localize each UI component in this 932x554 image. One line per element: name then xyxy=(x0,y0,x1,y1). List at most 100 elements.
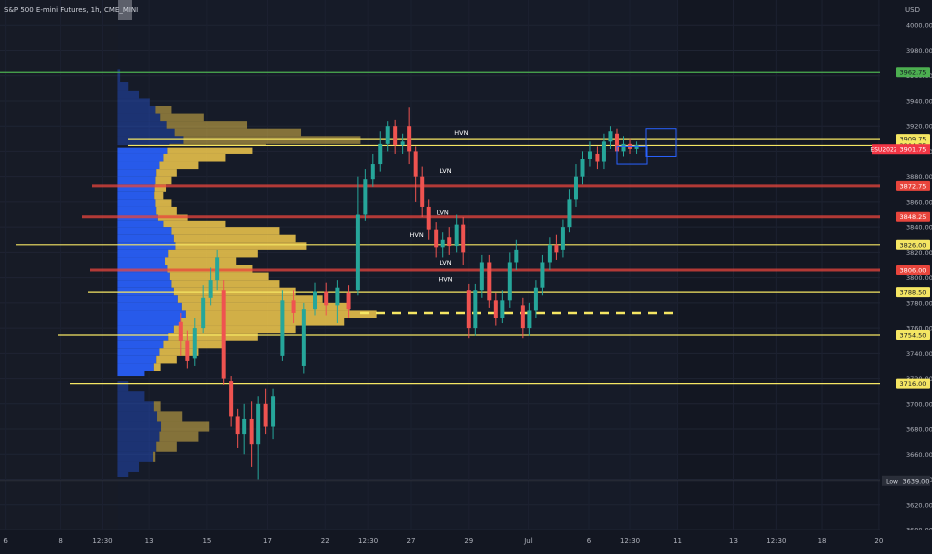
profile-bar-blue xyxy=(117,371,145,377)
candle-body xyxy=(324,291,329,306)
time-tick-label: 15 xyxy=(202,537,211,545)
profile-bar-yellow xyxy=(161,421,210,432)
profile-bar-yellow xyxy=(167,147,253,154)
profile-bar-yellow xyxy=(156,206,177,215)
profile-bar-blue xyxy=(117,121,167,129)
time-tick-label: 13 xyxy=(145,537,154,545)
time-tick-label: Jul xyxy=(523,537,533,545)
price-tick-label: 3980.00 xyxy=(906,47,932,55)
profile-bar-blue xyxy=(117,176,156,185)
profile-bar-blue xyxy=(117,411,158,422)
session-zone xyxy=(0,0,118,530)
time-tick-label: 12:30 xyxy=(358,537,378,545)
candle-body xyxy=(461,224,466,253)
time-tick-label: 27 xyxy=(407,537,416,545)
candle-body xyxy=(533,287,538,311)
price-tick-label: 3620.00 xyxy=(906,501,932,509)
profile-bar-blue xyxy=(117,191,155,200)
candle-body xyxy=(355,214,360,291)
symbol-title: S&P 500 E-mini Futures, 1h, CME_MINI xyxy=(4,6,138,14)
candle-body xyxy=(426,206,431,230)
candle-body xyxy=(487,262,492,301)
profile-bar-blue xyxy=(117,257,166,265)
profile-bar-blue xyxy=(117,136,184,144)
profile-bar-blue xyxy=(117,227,172,235)
candle-body xyxy=(527,310,532,329)
chart-stage: HVN LVN LVN HVN LVN HVN USD 4000.00 3980.00 396… xyxy=(0,0,932,550)
level-price-label: 3962.75 xyxy=(900,69,927,77)
price-tick-label: 3740.00 xyxy=(906,350,932,358)
time-tick-label: 12:30 xyxy=(620,537,640,545)
profile-bar-yellow xyxy=(181,318,345,326)
profile-bar-yellow xyxy=(177,295,323,303)
price-tick-label: 3940.00 xyxy=(906,97,932,105)
profile-bar-blue xyxy=(117,461,140,472)
profile-bar-yellow xyxy=(153,451,156,462)
profile-bar-yellow xyxy=(165,257,237,265)
candle-body xyxy=(263,403,268,427)
candle-body xyxy=(221,290,226,379)
candle-body xyxy=(573,176,578,200)
level-price-label: 3848.25 xyxy=(900,213,927,221)
currency-label: USD xyxy=(905,6,920,14)
time-tick-label: 17 xyxy=(263,537,272,545)
candle-body xyxy=(473,290,478,329)
current-price-tag: ESU2022 xyxy=(870,147,897,154)
time-axis[interactable]: 6 8 12:30 13 15 17 22 12:30 27 29 Jul 6 12:30 11 13 12:… xyxy=(0,530,932,550)
profile-bar-yellow xyxy=(173,325,296,334)
candle-body xyxy=(235,416,240,435)
candle-body xyxy=(420,176,425,207)
profile-bar-blue xyxy=(117,401,154,412)
price-tick-label: 3880.00 xyxy=(906,173,932,181)
candle-body xyxy=(587,151,592,159)
zones-layer xyxy=(0,0,678,530)
profile-bar-blue xyxy=(117,169,157,177)
profile-bar-yellow xyxy=(159,348,199,356)
candle-body xyxy=(192,328,197,359)
candle-body xyxy=(479,262,484,291)
candle-body xyxy=(601,141,606,162)
profile-bar-blue xyxy=(117,391,145,402)
price-chart[interactable]: HVN LVN LVN HVN LVN HVN USD 4000.00 3980.00 396… xyxy=(0,0,932,550)
profile-bar-blue xyxy=(117,381,129,392)
price-tick-label: 3660.00 xyxy=(906,451,932,459)
annotation-label: LVN xyxy=(439,167,451,175)
candle-body xyxy=(178,321,183,341)
candle-body xyxy=(507,262,512,301)
candle-body xyxy=(370,164,375,180)
profile-bar-blue xyxy=(117,234,174,243)
profile-bar-blue xyxy=(117,421,162,432)
low-price-label: 3639.00 xyxy=(903,477,930,485)
profile-bar-blue xyxy=(117,206,157,215)
candle-body xyxy=(454,224,459,247)
candle-body xyxy=(434,229,439,248)
price-tick-label: 3800.00 xyxy=(906,274,932,282)
profile-bar-yellow xyxy=(174,128,302,137)
profile-bar-blue xyxy=(117,242,176,250)
annotation-label: LVN xyxy=(437,209,449,217)
time-tick-label: 6 xyxy=(3,537,8,545)
profile-bar-blue xyxy=(117,295,178,303)
annotation-label: HVN xyxy=(410,231,424,239)
profile-bar-yellow xyxy=(175,242,307,250)
profile-bar-yellow xyxy=(155,199,172,207)
profile-bar-blue xyxy=(117,333,169,341)
candle-body xyxy=(385,126,390,144)
time-tick-label: 12:30 xyxy=(92,537,112,545)
candle-body xyxy=(346,292,351,310)
current-price-label: 3901.75 xyxy=(900,146,927,154)
profile-bar-yellow xyxy=(156,355,177,364)
annotation-label: LVN xyxy=(439,259,451,267)
profile-bar-yellow xyxy=(171,227,280,235)
candle-body xyxy=(500,300,505,318)
profile-bar-yellow xyxy=(163,153,226,162)
candle-body xyxy=(313,291,318,310)
profile-bar-yellow xyxy=(159,161,199,170)
price-tick-label: 3680.00 xyxy=(906,426,932,434)
candle-body xyxy=(621,143,626,152)
profile-bar-blue xyxy=(117,318,182,326)
price-tick-label: 3920.00 xyxy=(906,123,932,131)
profile-bar-yellow xyxy=(166,121,248,129)
profile-bar-blue xyxy=(117,98,150,106)
candle-body xyxy=(208,280,213,298)
